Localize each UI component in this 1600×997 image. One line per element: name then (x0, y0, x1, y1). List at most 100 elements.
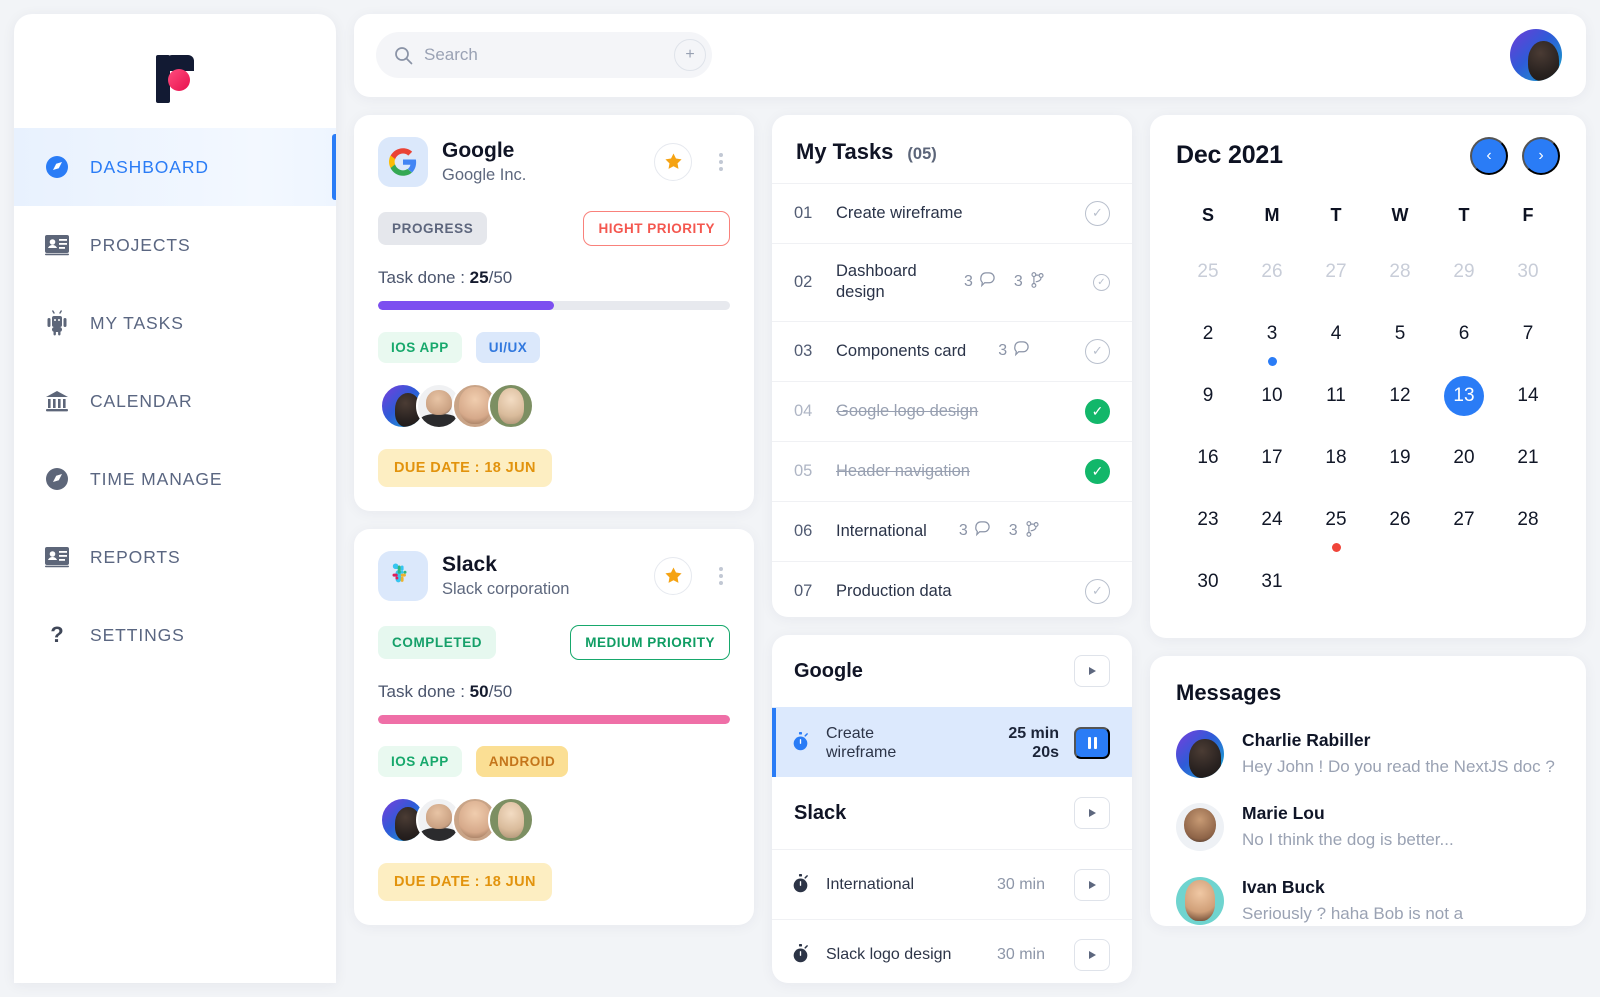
message-item[interactable]: Charlie Rabiller Hey John ! Do you read … (1176, 729, 1560, 780)
calendar-day[interactable]: 24 (1240, 494, 1304, 554)
sidebar-item-projects[interactable]: PROJECTS (14, 206, 336, 284)
task-row[interactable]: 02 Dashboard design 3 3 ✓ (772, 242, 1132, 321)
calendar-day[interactable]: 10 (1240, 370, 1304, 430)
calendar-day[interactable]: 4 (1304, 308, 1368, 368)
sidebar-item-reports[interactable]: REPORTS (14, 518, 336, 596)
play-icon[interactable] (1074, 797, 1110, 830)
task-checkbox[interactable]: ✓ (1085, 338, 1110, 364)
app-logo[interactable] (14, 36, 336, 122)
avatar[interactable] (1510, 29, 1562, 82)
message-item[interactable]: Marie Lou No I think the dog is better..… (1176, 803, 1560, 853)
avatar[interactable] (488, 796, 534, 843)
calendar-day[interactable]: 25 (1304, 494, 1368, 554)
calendar-day[interactable]: 7 (1496, 308, 1560, 368)
task-checkbox[interactable]: ✓ (1085, 200, 1110, 226)
calendar-day-dot-empty (1332, 295, 1341, 304)
task-row[interactable]: 06 International 3 3 (772, 500, 1132, 561)
star-icon[interactable] (654, 142, 692, 181)
sidebar: DASHBOARD PROJECTS MY TASKS CALENDAR TIM… (14, 14, 336, 983)
calendar-day[interactable]: 6 (1432, 308, 1496, 368)
search-box[interactable]: + (376, 32, 712, 79)
timer-row[interactable]: Slack logo design 30 min (772, 919, 1132, 983)
calendar-day[interactable]: 27 (1304, 246, 1368, 306)
calendar-day[interactable]: 14 (1496, 370, 1560, 430)
calendar-day[interactable]: 16 (1176, 432, 1240, 492)
calendar-day[interactable]: 26 (1240, 246, 1304, 306)
compass-icon (42, 152, 72, 182)
calendar-day[interactable]: 2 (1176, 308, 1240, 368)
task-checkbox[interactable]: ✓ (1085, 578, 1110, 604)
avatar[interactable] (488, 382, 534, 429)
calendar-day[interactable]: 23 (1176, 494, 1240, 554)
calendar-day[interactable]: 12 (1368, 370, 1432, 430)
play-icon[interactable] (1074, 655, 1110, 688)
calendar-day[interactable]: 27 (1432, 494, 1496, 554)
play-icon[interactable] (1074, 868, 1110, 901)
calendar-day[interactable]: 30 (1496, 246, 1560, 306)
comment-count: 3 (998, 340, 1030, 362)
calendar-day[interactable]: 3 (1240, 308, 1304, 368)
star-icon[interactable] (654, 556, 692, 595)
calendar-day[interactable]: 17 (1240, 432, 1304, 492)
calendar-day-dot-empty (1332, 357, 1341, 366)
calendar-day[interactable]: 29 (1432, 246, 1496, 306)
calendar-day-dot-empty (1268, 481, 1277, 490)
calendar-day[interactable]: 20 (1432, 432, 1496, 492)
timer-task-name: Create wireframe (826, 724, 897, 761)
sidebar-item-dashboard[interactable]: DASHBOARD (14, 128, 336, 206)
chevron-right-icon[interactable]: › (1522, 136, 1560, 175)
pause-icon[interactable] (1074, 726, 1110, 759)
calendar-day[interactable]: 28 (1368, 246, 1432, 306)
task-row[interactable]: 01 Create wireframe ✓ (772, 182, 1132, 243)
top-bar: + (354, 14, 1586, 97)
task-meta: 3 3 (959, 520, 1041, 543)
sidebar-item-time-manage[interactable]: TIME MANAGE (14, 440, 336, 518)
search-input[interactable] (424, 45, 663, 66)
calendar-day[interactable]: 11 (1304, 370, 1368, 430)
panel-title: My Tasks (796, 138, 894, 164)
stopwatch-icon (791, 873, 811, 897)
sidebar-item-settings[interactable]: ? SETTINGS (14, 596, 336, 674)
calendar-day-selected[interactable]: 13 (1432, 370, 1496, 430)
timer-row[interactable]: International 30 min (772, 849, 1132, 919)
timer-duration: 25 min 20s (1008, 724, 1059, 762)
calendar-day[interactable]: 19 (1368, 432, 1432, 492)
calendar-day-number: 6 (1458, 322, 1470, 344)
calendar-day-dot (1331, 542, 1341, 552)
calendar-day[interactable]: 25 (1176, 246, 1240, 306)
more-options-icon[interactable] (712, 152, 730, 171)
timer-row[interactable]: Create wireframe 25 min 20s (772, 707, 1132, 778)
calendar-day[interactable]: 26 (1368, 494, 1432, 554)
add-button[interactable]: + (674, 39, 706, 72)
calendar-day[interactable]: 21 (1496, 432, 1560, 492)
task-row[interactable]: 05 Header navigation ✓ (772, 440, 1132, 501)
calendar-day[interactable]: 5 (1368, 308, 1432, 368)
calendar-day[interactable]: 18 (1304, 432, 1368, 492)
timer-task-name: Slack logo design (826, 946, 952, 964)
sidebar-item-my-tasks[interactable]: MY TASKS (14, 284, 336, 362)
comment-bubble-icon (1013, 340, 1030, 362)
app-root: DASHBOARD PROJECTS MY TASKS CALENDAR TIM… (0, 0, 1600, 997)
calendar-day[interactable]: 9 (1176, 370, 1240, 430)
calendar-day[interactable]: 30 (1176, 556, 1240, 616)
task-checkbox[interactable]: ✓ (1093, 273, 1110, 291)
task-row[interactable]: 07 Production data ✓ (772, 560, 1132, 618)
calendar-day-dot-empty (1460, 543, 1469, 552)
task-row[interactable]: 03 Components card 3 ✓ (772, 320, 1132, 381)
tag-ui-ux: UI/UX (475, 331, 541, 363)
task-row[interactable]: 04 Google logo design ✓ (772, 380, 1132, 441)
task-checkbox[interactable]: ✓ (1085, 458, 1110, 484)
sidebar-item-calendar[interactable]: CALENDAR (14, 362, 336, 440)
calendar-day[interactable]: 31 (1240, 556, 1304, 616)
more-options-icon[interactable] (712, 566, 730, 585)
chevron-left-icon[interactable]: ‹ (1470, 136, 1508, 175)
play-icon[interactable] (1074, 938, 1110, 971)
project-card-slack[interactable]: Slack Slack corporation COMPLETED MEDIUM… (354, 528, 754, 925)
message-item[interactable]: Ivan Buck Seriously ? haha Bob is not a (1176, 876, 1560, 927)
timer-group-name: Google (794, 659, 863, 682)
calendar-day[interactable]: 28 (1496, 494, 1560, 554)
project-card-google[interactable]: Google Google Inc. PROGRESS HIGHT PRIORI… (354, 114, 754, 511)
task-number: 05 (794, 461, 813, 480)
calendar-day-number: 30 (1197, 570, 1219, 592)
task-checkbox[interactable]: ✓ (1085, 398, 1110, 424)
